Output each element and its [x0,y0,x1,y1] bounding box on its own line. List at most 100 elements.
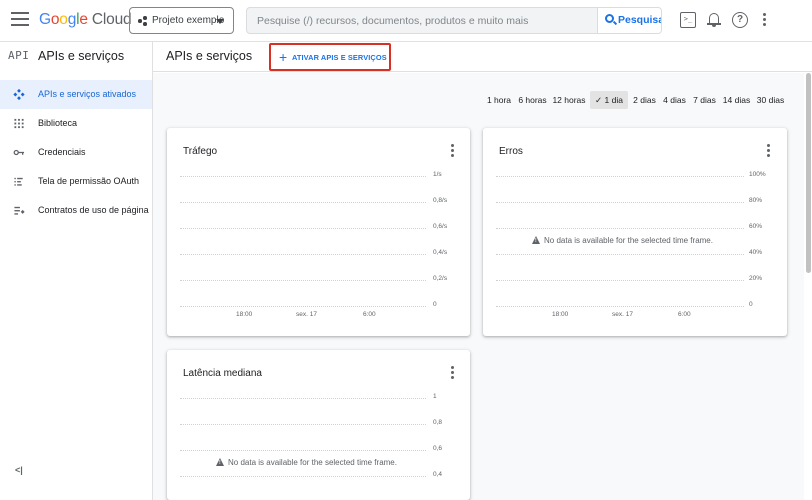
gridline [496,254,744,255]
api-badge-icon: API [8,49,30,62]
y-axis-label: 1 [433,393,437,400]
help-icon[interactable]: ? [732,12,748,28]
no-data-message: No data is available for the selected ti… [532,236,713,245]
y-axis-label: 1/s [433,171,442,178]
time-range-option[interactable]: 7 dias [691,91,718,109]
library-icon [14,118,24,129]
x-axis-label: 6:00 [678,311,691,318]
card-menu-icon[interactable] [451,144,455,158]
check-icon: ✓ [595,95,603,105]
sidebar-item-label: Biblioteca [38,118,78,128]
key-icon [13,149,25,156]
card-title: Latência mediana [183,368,262,379]
sidebar-title: APIs e serviços [38,49,125,63]
enable-apis-button[interactable]: + ATIVAR APIS E SERVIÇOS [269,43,391,71]
page-usage-icon [14,206,25,215]
gridline [180,398,426,399]
time-range-option[interactable]: 14 dias [721,91,752,109]
logo-letter: G [39,11,51,28]
gridline [496,202,744,203]
project-picker[interactable]: Projeto exemplo [129,7,234,34]
x-axis-label: sex. 17 [612,311,633,318]
google-cloud-logo[interactable]: Google Cloud [39,11,132,29]
scrollbar-thumb[interactable] [806,73,811,273]
card-title: Tráfego [183,146,218,157]
oauth-consent-icon [14,177,23,186]
x-axis-label: 18:00 [552,311,569,318]
search-button[interactable]: Pesquisa [597,8,661,33]
time-range-option[interactable]: 12 horas [551,91,587,109]
x-axis-label: 18:00 [236,311,253,318]
gridline [180,228,426,229]
gridline [496,176,744,177]
time-range-option[interactable]: 6 horas [517,91,548,109]
y-axis-label: 60% [749,223,763,230]
no-data-message: No data is available for the selected ti… [216,458,397,467]
page-title: APIs e serviços [166,49,253,63]
sidebar-item-label: Contratos de uso de página [38,205,149,215]
gridline [180,254,426,255]
menu-icon[interactable] [11,12,29,28]
gridline [180,202,426,203]
no-data-text: No data is available for the selected ti… [228,458,397,467]
y-axis-label: 0,8/s [433,197,448,204]
y-axis-label: 0,4/s [433,249,448,256]
sidebar-item-enabled-apis[interactable]: APIs e serviços ativados [0,80,152,109]
search-input[interactable] [247,8,597,33]
gridline [496,228,744,229]
time-range-option-selected[interactable]: ✓ 1 dia [590,91,628,109]
warning-icon [216,458,224,466]
logo-letter: o [59,11,68,28]
latency-chart-card: Latência mediana 1 0,8 0,6 0,4 No data i… [167,350,470,500]
y-axis-label: 0,6 [433,445,443,452]
vertical-scrollbar[interactable] [804,73,812,500]
traffic-chart-card: Tráfego 1/s 0,8/s 0,6/s 0,4/s 0,2/s 0 18… [167,128,470,336]
sidebar-item-page-usage[interactable]: Contratos de uso de página [0,196,152,225]
y-axis-label: 0 [433,301,437,308]
errors-chart-card: Erros 100% 80% 60% 40% 20% 0 No data is … [483,128,787,336]
gridline [180,280,426,281]
card-title: Erros [499,146,523,157]
logo-cloud-text: Cloud [91,11,132,28]
plus-icon: + [279,49,288,65]
sidebar-item-label: Credenciais [38,147,86,157]
enable-apis-button-label: ATIVAR APIS E SERVIÇOS [292,53,387,62]
time-range-selected-label: 1 dia [604,95,623,105]
y-axis-label: 0,2/s [433,275,448,282]
y-axis-label: 20% [749,275,763,282]
y-axis-label: 0 [749,301,753,308]
gridline [180,306,426,307]
cloud-shell-icon[interactable]: >_ [680,12,696,28]
sidebar-item-oauth-consent[interactable]: Tela de permissão OAuth [0,167,152,196]
api-diamond-icon [13,89,25,100]
project-dots-icon [138,16,147,26]
sidebar-item-label: APIs e serviços ativados [38,89,137,99]
y-axis-label: 0,8 [433,419,443,426]
card-menu-icon[interactable] [767,144,771,158]
y-axis-label: 0,6/s [433,223,448,230]
time-range-option[interactable]: 1 hora [484,91,514,109]
logo-letter: e [79,11,88,28]
collapse-sidebar-icon[interactable]: <| [15,465,23,475]
gridline [496,306,744,307]
y-axis-label: 100% [749,171,766,178]
sidebar-header: API APIs e serviços [0,42,152,72]
gridline [180,424,426,425]
sidebar-item-credentials[interactable]: Credenciais [0,138,152,167]
sidebar: API APIs e serviços APIs e serviços ativ… [0,42,153,500]
search-icon [605,14,614,23]
no-data-text: No data is available for the selected ti… [544,236,713,245]
main-header: APIs e serviços + ATIVAR APIS E SERVIÇOS [153,42,812,72]
time-range-option[interactable]: 4 dias [661,91,688,109]
time-range-option[interactable]: 2 dias [631,91,658,109]
x-axis-label: sex. 17 [296,311,317,318]
warning-icon [532,236,540,244]
more-options-icon[interactable] [763,13,767,27]
top-bar: Google Cloud Projeto exemplo Pesquisa >_… [0,0,812,42]
gridline [496,280,744,281]
time-range-option[interactable]: 30 dias [755,91,786,109]
card-menu-icon[interactable] [451,366,455,380]
notifications-bell-icon[interactable] [706,12,722,28]
sidebar-item-library[interactable]: Biblioteca [0,109,152,138]
search-bar: Pesquisa [246,7,662,34]
